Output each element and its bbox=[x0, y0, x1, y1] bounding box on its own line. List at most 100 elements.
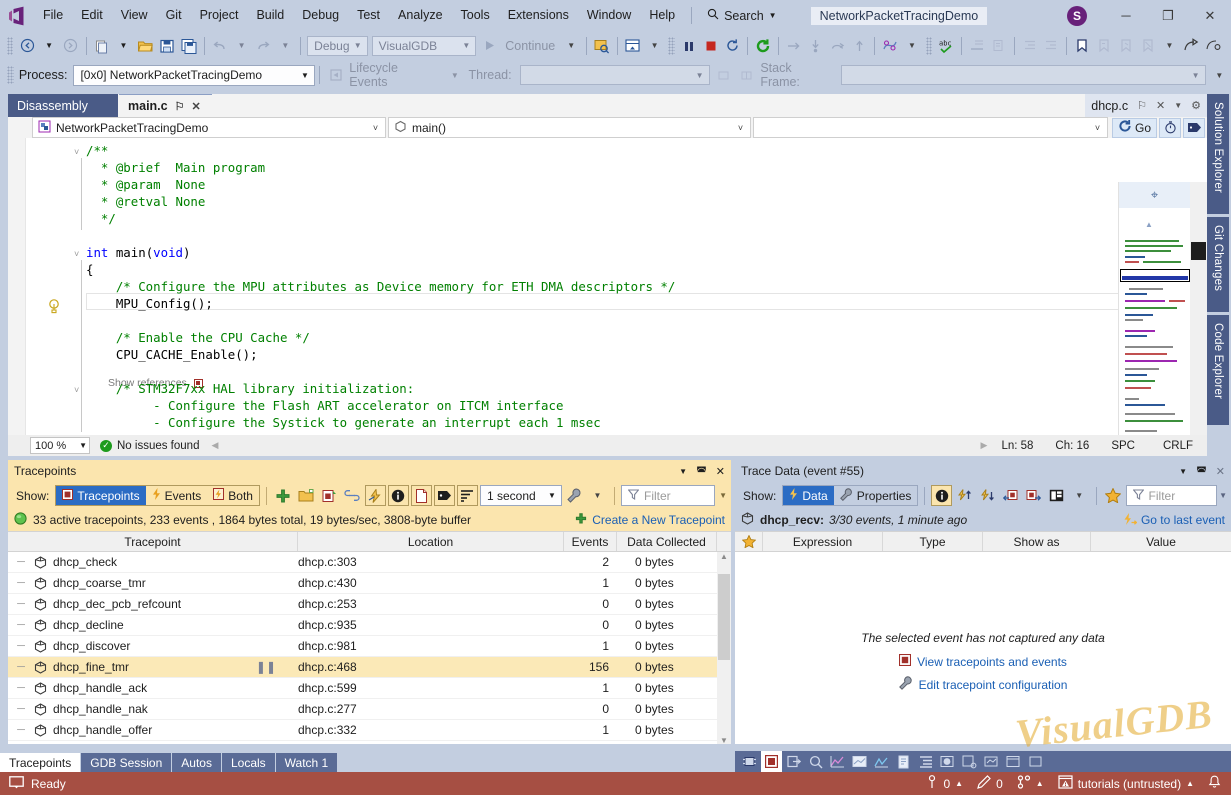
lifecycle-events-label[interactable]: Lifecycle Events bbox=[347, 61, 443, 89]
table-row[interactable]: ─ dhcp_discover dhcp.c:981 1 0 bytes bbox=[8, 636, 731, 657]
chart-view-icon[interactable] bbox=[827, 751, 848, 772]
share-icon[interactable] bbox=[1181, 35, 1201, 57]
status-notifications[interactable] bbox=[1208, 775, 1221, 792]
vtab-git-changes[interactable]: Git Changes bbox=[1207, 217, 1229, 312]
tracepoints-view-icon[interactable] bbox=[761, 751, 782, 772]
bottom-tab-watch-1[interactable]: Watch 1 bbox=[275, 753, 338, 772]
add-tracepoint-icon[interactable] bbox=[273, 485, 294, 506]
open-folder-icon[interactable] bbox=[296, 485, 317, 506]
minimize-button[interactable]: ─ bbox=[1105, 0, 1147, 31]
column-location[interactable]: Location bbox=[298, 532, 564, 551]
debug-toolbar-grip[interactable] bbox=[668, 36, 675, 55]
sort-list-icon[interactable] bbox=[456, 485, 478, 506]
scroll-down-icon[interactable]: ▼ bbox=[718, 736, 730, 745]
wrench-dropdown-icon[interactable]: ▼ bbox=[587, 485, 608, 506]
document-tab-main-c[interactable]: main.c ⚐ ✕ bbox=[119, 94, 212, 117]
code-editor[interactable]: ˅ ˅ ˅ /** * @brief Main program * @param… bbox=[8, 138, 1207, 435]
restart-icon[interactable] bbox=[722, 35, 742, 57]
segment-events[interactable]: Events bbox=[146, 486, 208, 505]
search-box[interactable]: Search ▼ bbox=[699, 5, 785, 27]
window-layout-icon[interactable] bbox=[623, 35, 643, 57]
redo-dropdown-icon[interactable]: ▼ bbox=[275, 35, 295, 57]
solution-configuration-select[interactable]: Debug ▼ bbox=[307, 35, 368, 56]
tracepoints-filter-input[interactable]: Filter bbox=[620, 485, 715, 506]
menu-tools[interactable]: Tools bbox=[452, 0, 499, 31]
pin-icon[interactable]: ◚ bbox=[1196, 465, 1207, 478]
vtab-code-explorer[interactable]: Code Explorer bbox=[1207, 315, 1229, 425]
text-toolbar-grip[interactable] bbox=[925, 36, 933, 55]
debug-location-overflow-icon[interactable]: ▼ bbox=[1209, 64, 1230, 86]
chevron-up-icon[interactable]: ▲ bbox=[1186, 779, 1194, 788]
memory-view-icon[interactable] bbox=[893, 751, 914, 772]
window-layout-dropdown-icon[interactable]: ▼ bbox=[645, 35, 665, 57]
menu-extensions[interactable]: Extensions bbox=[499, 0, 578, 31]
menu-test[interactable]: Test bbox=[348, 0, 389, 31]
chevron-up-icon[interactable]: ▲ bbox=[955, 779, 963, 788]
menu-edit[interactable]: Edit bbox=[72, 0, 112, 31]
menu-git[interactable]: Git bbox=[157, 0, 191, 31]
menu-view[interactable]: View bbox=[112, 0, 157, 31]
continue-dropdown-icon[interactable]: ▼ bbox=[561, 35, 581, 57]
chevron-down-icon[interactable]: ▼ bbox=[1174, 101, 1182, 110]
segment-both[interactable]: Both bbox=[207, 486, 259, 505]
trace-data-toolbar-overflow-icon[interactable]: ▼ bbox=[1219, 491, 1227, 500]
edit-tracepoint-config-link[interactable]: Edit tracepoint configuration bbox=[735, 676, 1231, 693]
undo-dropdown-icon[interactable]: ▼ bbox=[232, 35, 252, 57]
favorite-star-icon[interactable] bbox=[1103, 485, 1124, 506]
bottom-tab-tracepoints[interactable]: Tracepoints bbox=[0, 753, 81, 772]
table-row[interactable]: ─ dhcp_handle_nak dhcp.c:277 0 0 bytes bbox=[8, 699, 731, 720]
issues-prev-icon[interactable]: ◀ bbox=[211, 440, 218, 451]
plot-window-icon[interactable] bbox=[849, 751, 870, 772]
lightbulb-icon[interactable] bbox=[47, 298, 61, 317]
open-file-icon[interactable] bbox=[135, 35, 155, 57]
pin-icon[interactable]: ⚐ bbox=[1137, 99, 1147, 112]
refresh-interval-select[interactable]: 1 second ▼ bbox=[479, 485, 562, 506]
status-errors[interactable]: 0 ▲ bbox=[926, 775, 963, 792]
toolbar-grip[interactable] bbox=[7, 36, 14, 55]
document-tab-disassembly[interactable]: Disassembly bbox=[8, 94, 118, 117]
pie-stats-icon[interactable] bbox=[937, 751, 958, 772]
table-view-dropdown-icon[interactable]: ▼ bbox=[1069, 485, 1090, 506]
segment-properties[interactable]: Properties bbox=[834, 486, 918, 505]
tracepoints-scrollbar[interactable]: ▲ ▼ bbox=[717, 552, 731, 745]
document-tab-dhcp-c-preview[interactable]: dhcp.c ⚐ ✕ ▼ ⚙ bbox=[1085, 94, 1207, 117]
table-row[interactable]: ─ dhcp_fine_tmr ❚❚ dhcp.c:468 156 0 bytes bbox=[8, 657, 731, 678]
column-show-as[interactable]: Show as bbox=[983, 532, 1091, 551]
save-all-icon[interactable] bbox=[179, 35, 199, 57]
minimap-splitter-icon[interactable]: ⌖ bbox=[1119, 182, 1190, 208]
solution-platform-select[interactable]: VisualGDB ▼ bbox=[371, 35, 477, 56]
column-events[interactable]: Events bbox=[564, 532, 617, 551]
save-icon[interactable] bbox=[157, 35, 177, 57]
pin-icon[interactable]: ⚐ bbox=[175, 100, 185, 113]
wrench-settings-icon[interactable] bbox=[564, 485, 585, 506]
column-value[interactable]: Value bbox=[1091, 532, 1231, 551]
continue-play-icon[interactable] bbox=[479, 35, 499, 57]
trace-data-filter-input[interactable]: Filter bbox=[1125, 485, 1218, 506]
column-type[interactable]: Type bbox=[883, 532, 983, 551]
maximize-button[interactable]: ❐ bbox=[1147, 0, 1189, 31]
menu-help[interactable]: Help bbox=[640, 0, 684, 31]
table-row[interactable]: ─ dhcp_handle_ack dhcp.c:599 1 0 bytes bbox=[8, 678, 731, 699]
status-edits[interactable]: 0 bbox=[977, 775, 1003, 792]
info-icon[interactable] bbox=[387, 485, 409, 506]
create-tracepoint-link[interactable]: Create a New Tracepoint bbox=[575, 512, 725, 528]
bottom-tab-autos[interactable]: Autos bbox=[172, 753, 221, 772]
history-icon[interactable] bbox=[1159, 117, 1181, 138]
nav-project-select[interactable]: NetworkPacketTracingDemo ˅ bbox=[32, 117, 386, 138]
info-icon[interactable] bbox=[931, 485, 953, 506]
issues-next-icon[interactable]: ▶ bbox=[981, 440, 988, 451]
fold-chevron-comment-icon[interactable]: ˅ bbox=[74, 147, 79, 157]
frame-view-icon[interactable] bbox=[1025, 751, 1046, 772]
spaces-indicator[interactable]: SPC bbox=[1111, 440, 1135, 452]
close-icon[interactable]: ✕ bbox=[716, 465, 725, 478]
fold-chevron-hal-icon[interactable]: ˅ bbox=[74, 385, 79, 395]
next-event-icon[interactable] bbox=[977, 485, 998, 506]
avatar[interactable]: S bbox=[1067, 5, 1087, 26]
segment-tracepoints[interactable]: Tracepoints bbox=[56, 486, 146, 505]
spellcheck-icon[interactable]: abc bbox=[936, 35, 956, 57]
scroll-up-icon[interactable]: ▲ bbox=[718, 552, 730, 561]
table-row[interactable]: ─ dhcp_dec_pcb_refcount dhcp.c:253 0 0 bytes bbox=[8, 594, 731, 615]
stack-frame-select[interactable]: ▼ bbox=[840, 65, 1206, 85]
gear-icon[interactable]: ⚙ bbox=[1191, 99, 1201, 112]
chevron-up-icon[interactable]: ▲ bbox=[1036, 779, 1044, 788]
